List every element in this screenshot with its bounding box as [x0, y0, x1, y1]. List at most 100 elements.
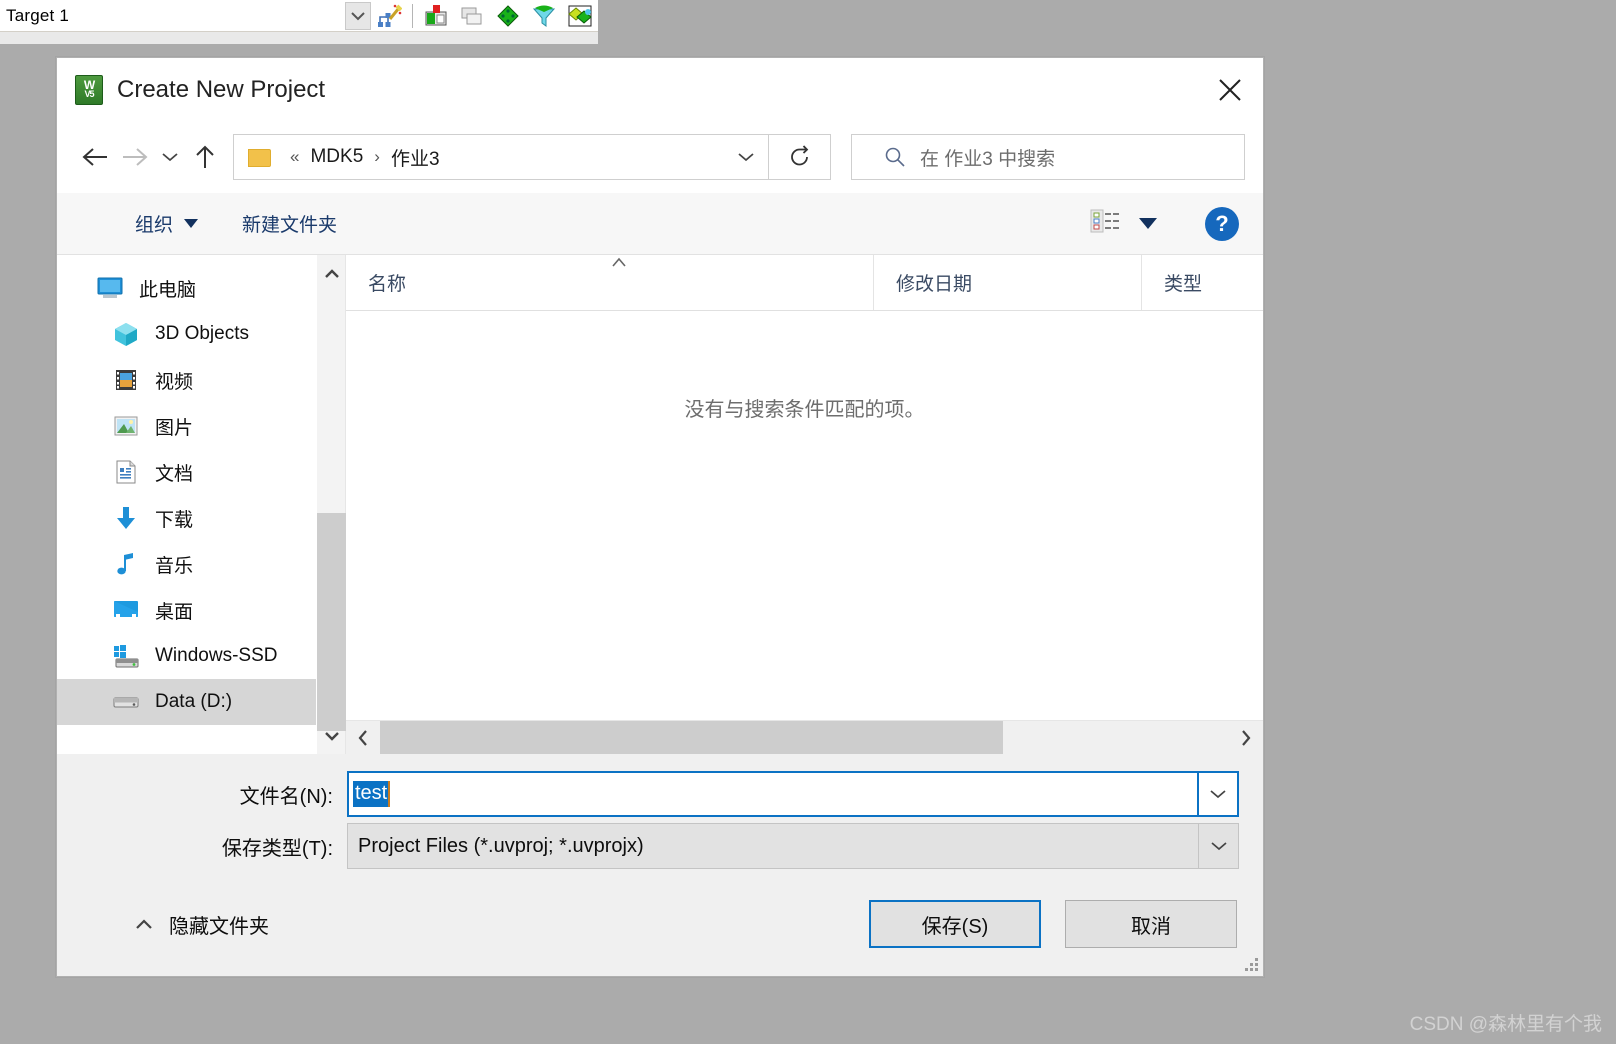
- filename-dropdown-icon[interactable]: [1199, 771, 1239, 817]
- sidebar-item-label: 3D Objects: [155, 323, 249, 344]
- sidebar-item-label: 下载: [155, 509, 194, 531]
- toolbar-divider: [412, 3, 413, 28]
- address-bar[interactable]: « MDK5 › 作业3: [233, 134, 769, 180]
- breadcrumb-item-mdk5[interactable]: MDK5: [308, 146, 365, 168]
- search-input[interactable]: 在 作业3 中搜索: [851, 134, 1245, 180]
- resize-grip[interactable]: [1244, 957, 1258, 971]
- sidebar-item-data-d[interactable]: Data (D:): [57, 679, 316, 725]
- organize-button[interactable]: 组织: [135, 210, 199, 237]
- history-chevron-down-icon[interactable]: [155, 137, 185, 177]
- breadcrumb-separator: ›: [374, 147, 380, 166]
- music-icon: [111, 549, 141, 579]
- sidebar-item-label: 视频: [155, 371, 194, 393]
- sidebar-scroll-thumb[interactable]: [317, 513, 346, 731]
- column-header-type[interactable]: 类型: [1142, 255, 1263, 310]
- sidebar-item-label: Data (D:): [155, 691, 233, 712]
- sidebar: 此电脑 3D Objects 视频 图片 文档 下载 音乐 桌面 Windows…: [57, 255, 346, 754]
- filename-input[interactable]: test: [347, 771, 1199, 817]
- file-list-horizontal-scrollbar[interactable]: [346, 720, 1263, 754]
- new-folder-button[interactable]: 新建文件夹: [242, 210, 337, 237]
- sidebar-item-videos[interactable]: 视频: [57, 357, 316, 403]
- chevron-down-icon[interactable]: [724, 135, 768, 179]
- sidebar-item-pictures[interactable]: 图片: [57, 403, 316, 449]
- dialog-fields: 文件名(N): test 保存类型(T): Project Files (*.u…: [57, 754, 1263, 872]
- chevron-down-icon: [1139, 218, 1157, 229]
- sidebar-item-documents[interactable]: 文档: [57, 449, 316, 495]
- dialog-title: Create New Project: [117, 75, 326, 103]
- navigation-bar: « MDK5 › 作业3 在 作业3 中搜索: [57, 121, 1263, 193]
- scroll-left-icon[interactable]: [346, 721, 380, 754]
- cancel-button[interactable]: 取消: [1065, 900, 1237, 948]
- savetype-select[interactable]: Project Files (*.uvproj; *.uvprojx): [347, 823, 1199, 869]
- copy-windows-icon[interactable]: [457, 2, 487, 30]
- column-header-name[interactable]: 名称: [346, 255, 874, 310]
- chevron-down-icon: [184, 219, 199, 228]
- column-label: 修改日期: [896, 274, 973, 295]
- this-pc-icon: [95, 273, 125, 303]
- savetype-value: Project Files (*.uvproj; *.uvprojx): [358, 834, 644, 857]
- new-folder-label: 新建文件夹: [242, 215, 338, 236]
- close-icon[interactable]: [1197, 59, 1263, 121]
- target-combo-label[interactable]: Target 1: [0, 6, 69, 26]
- sidebar-scrollbar[interactable]: [316, 255, 346, 754]
- search-icon: [884, 146, 906, 168]
- watermark: CSDN @森林里有个我: [1409, 1014, 1602, 1035]
- sidebar-item-windows-ssd[interactable]: Windows-SSD: [57, 633, 316, 679]
- chevron-up-icon: [135, 918, 153, 930]
- green-diamond-icon[interactable]: [493, 2, 523, 30]
- horizontal-scroll-track[interactable]: [380, 721, 1229, 754]
- file-list-body[interactable]: 没有与搜索条件匹配的项。: [346, 311, 1263, 720]
- pictures-icon: [111, 411, 141, 441]
- view-mode-button[interactable]: [1090, 208, 1157, 239]
- filename-value: test: [353, 781, 389, 807]
- file-list-panel: 名称 修改日期 类型 没有与搜索条件匹配的项。: [345, 255, 1263, 754]
- scroll-up-icon[interactable]: [317, 259, 346, 287]
- target-dropdown-icon[interactable]: [345, 1, 371, 30]
- arrow-right-icon: [115, 137, 155, 177]
- sidebar-item-downloads[interactable]: 下载: [57, 495, 316, 541]
- savetype-dropdown-icon[interactable]: [1199, 823, 1239, 869]
- filename-label: 文件名(N):: [239, 785, 333, 808]
- sidebar-item-label: Windows-SSD: [155, 645, 278, 666]
- manage-components-icon[interactable]: [565, 2, 595, 30]
- sidebar-item-music[interactable]: 音乐: [57, 541, 316, 587]
- hide-folders-button[interactable]: 隐藏文件夹: [135, 910, 269, 939]
- project-window-icon[interactable]: [421, 2, 451, 30]
- sidebar-item-this-pc[interactable]: 此电脑: [57, 265, 316, 311]
- file-list-header: 名称 修改日期 类型: [346, 255, 1263, 311]
- downloads-icon: [111, 503, 141, 533]
- horizontal-scroll-thumb[interactable]: [380, 721, 1003, 754]
- drive-windows-icon: [111, 641, 141, 671]
- app-icon-bottom-text: V5: [84, 88, 94, 99]
- build-wizard-icon[interactable]: [374, 2, 404, 30]
- refresh-icon[interactable]: [769, 134, 831, 180]
- scroll-right-icon[interactable]: [1229, 721, 1263, 754]
- breadcrumb-item-current[interactable]: 作业3: [389, 144, 442, 171]
- hide-folders-label: 隐藏文件夹: [169, 915, 269, 938]
- search-placeholder: 在 作业3 中搜索: [920, 148, 1056, 170]
- sidebar-item-label: 图片: [155, 417, 194, 439]
- empty-state-message: 没有与搜索条件匹配的项。: [684, 399, 925, 421]
- organize-label: 组织: [135, 215, 174, 236]
- cancel-label: 取消: [1131, 915, 1171, 938]
- arrow-up-icon[interactable]: [185, 137, 225, 177]
- list-view-icon: [1090, 208, 1120, 239]
- scroll-down-icon[interactable]: [317, 722, 346, 750]
- filename-row: 文件名(N): test: [57, 768, 1263, 820]
- arrow-left-icon[interactable]: [75, 137, 115, 177]
- sidebar-item-desktop[interactable]: 桌面: [57, 587, 316, 633]
- desktop-icon: [111, 595, 141, 625]
- text-caret: [388, 781, 391, 807]
- sidebar-list: 此电脑 3D Objects 视频 图片 文档 下载 音乐 桌面 Windows…: [57, 255, 316, 754]
- help-button[interactable]: ?: [1205, 206, 1239, 241]
- filter-diamond-icon[interactable]: [529, 2, 559, 30]
- 3d-objects-icon: [111, 319, 141, 349]
- sidebar-item-label: 音乐: [155, 555, 194, 577]
- save-label: 保存(S): [921, 915, 989, 938]
- sidebar-item-3d-objects[interactable]: 3D Objects: [57, 311, 316, 357]
- drive-icon: [111, 687, 141, 717]
- sort-ascending-icon: [611, 257, 627, 267]
- column-header-date[interactable]: 修改日期: [874, 255, 1142, 310]
- keil-toolbar-underline: [0, 32, 598, 44]
- save-button[interactable]: 保存(S): [869, 900, 1041, 948]
